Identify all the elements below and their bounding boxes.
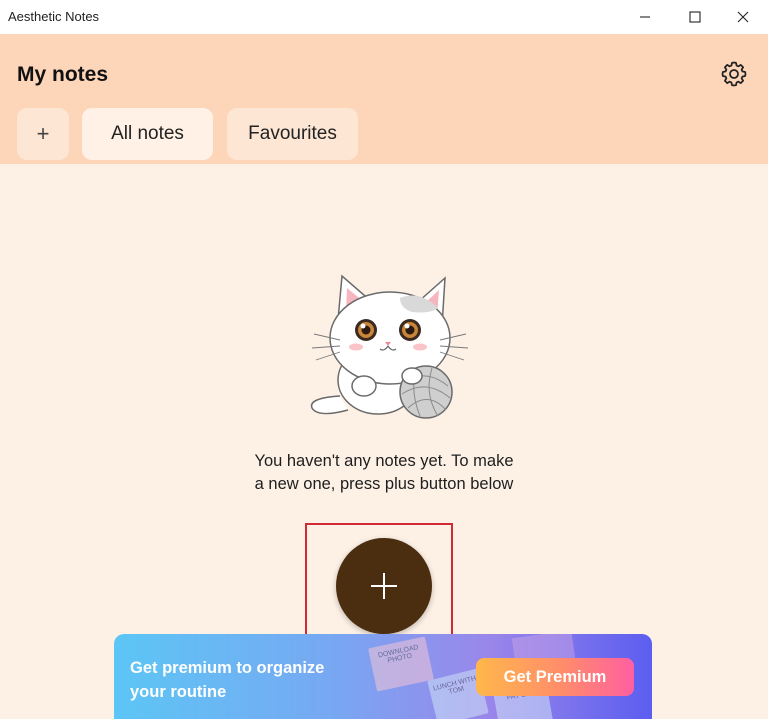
gear-icon bbox=[721, 61, 747, 87]
maximize-icon bbox=[689, 11, 701, 23]
minimize-button[interactable] bbox=[620, 0, 670, 34]
tab-all-notes[interactable]: All notes bbox=[82, 108, 213, 160]
tab-favourites-label: Favourites bbox=[248, 123, 337, 144]
banner-line-2: your routine bbox=[130, 683, 227, 701]
tab-all-notes-label: All notes bbox=[111, 123, 184, 144]
close-icon bbox=[737, 11, 749, 23]
minimize-icon bbox=[640, 16, 650, 18]
header: My notes + All notes Favourites bbox=[0, 34, 768, 164]
banner-line-1: Get premium to organize bbox=[130, 659, 325, 677]
get-premium-button[interactable]: Get Premium bbox=[476, 658, 634, 696]
maximize-button[interactable] bbox=[670, 0, 720, 34]
title-bar: Aesthetic Notes bbox=[0, 0, 768, 34]
close-button[interactable] bbox=[718, 0, 768, 34]
empty-message-line-1: You haven't any notes yet. To make bbox=[254, 452, 514, 470]
app-title: Aesthetic Notes bbox=[8, 9, 100, 24]
new-note-tab-button[interactable]: + bbox=[17, 108, 69, 160]
cat-with-yarn-illustration bbox=[310, 274, 469, 419]
page-title: My notes bbox=[17, 63, 109, 86]
settings-button[interactable] bbox=[716, 56, 752, 92]
banner-text: Get premium to organize your routine bbox=[130, 656, 380, 704]
premium-banner[interactable]: DOWNLOAD PHOTO LUNCH WITH TOM PAY BILL G… bbox=[114, 634, 652, 719]
tab-favourites[interactable]: Favourites bbox=[227, 108, 358, 160]
empty-state-message: You haven't any notes yet. To make a new… bbox=[224, 450, 544, 496]
plus-icon: + bbox=[36, 121, 50, 146]
empty-message-line-2: a new one, press plus button below bbox=[254, 475, 514, 493]
